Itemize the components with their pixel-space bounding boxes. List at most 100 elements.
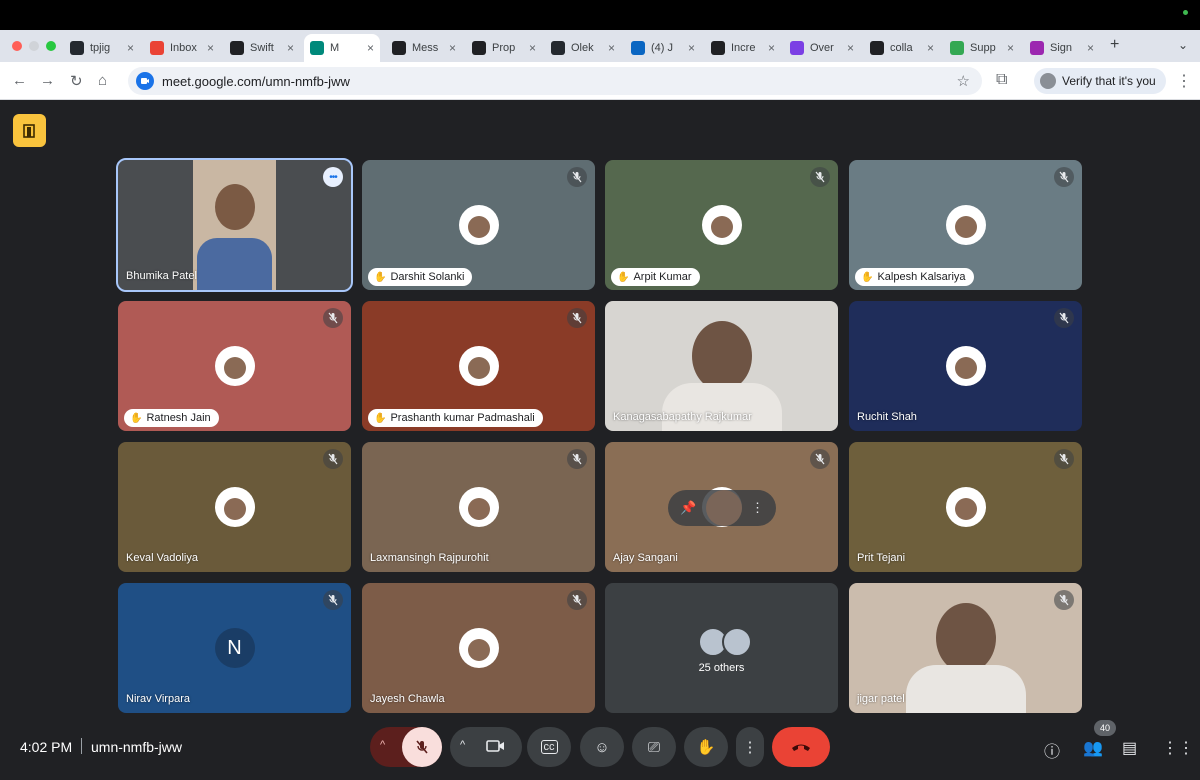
browser-tab[interactable]: (4) J × [625,34,701,62]
close-tab-icon[interactable]: × [207,41,214,55]
mic-muted-icon [323,308,343,328]
more-options-button[interactable]: ⋮ [736,727,764,767]
participant-tile[interactable]: Keval Vadoliya [118,442,351,572]
participant-tile[interactable]: Prit Tejani [849,442,1082,572]
participant-tile[interactable]: ✋ Ratnesh Jain [118,301,351,431]
verify-profile-button[interactable]: Verify that it's you [1034,68,1166,94]
people-icon[interactable]: 👥 [1083,738,1103,758]
participant-tile[interactable]: Laxmansingh Rajpurohit [362,442,595,572]
bookmark-star-icon[interactable]: ☆ [957,72,970,90]
participant-video [691,321,752,391]
meet-icon [310,41,324,55]
participant-tile[interactable]: Jayesh Chawla [362,583,595,713]
top-bar [0,0,1200,30]
pin-icon[interactable]: 📌 [680,500,696,516]
close-tab-icon[interactable]: × [127,41,134,55]
browser-tab[interactable]: Olek × [545,34,621,62]
extensions-icon[interactable]: ⧉ [996,71,1007,89]
tab-label: Inbox [170,42,197,54]
close-tab-icon[interactable]: × [927,41,934,55]
meeting-info-icon[interactable]: ⓘ [1044,738,1060,762]
hand-icon: ✋ [374,271,387,283]
participant-body [661,383,782,431]
meeting-tools-button[interactable] [13,114,46,147]
camera-icon[interactable] [486,737,506,755]
present-screen-button[interactable]: ⎚ [632,727,676,767]
participant-tile[interactable]: ••• Bhumika Patel [116,158,353,292]
close-tab-icon[interactable]: × [529,41,536,55]
others-tile[interactable]: 25 others [605,583,838,713]
close-tab-icon[interactable]: × [367,41,374,55]
raise-hand-button[interactable]: ✋ [684,727,728,767]
close-tab-icon[interactable]: × [768,41,775,55]
browser-menu-icon[interactable]: ⋮ [1176,71,1192,91]
m-icon [1030,41,1044,55]
participant-name: Arpit Kumar [633,271,692,283]
browser-tab[interactable]: M × [304,34,380,62]
back-icon[interactable]: ← [12,72,27,89]
activities-grid-icon[interactable]: ⋮⋮ [1162,738,1194,758]
close-window-button[interactable] [12,41,22,51]
participant-tile[interactable]: N Nirav Virpara [118,583,351,713]
participant-tile[interactable]: ✋ Kalpesh Kalsariya [849,160,1082,290]
browser-toolbar: ← → ↻ ⌂ meet.google.com/umn-nmfb-jww ☆ ⧉… [0,62,1200,100]
minimize-window-button[interactable] [29,41,39,51]
participant-tile[interactable]: ✋ Arpit Kumar [605,160,838,290]
browser-tab[interactable]: Prop × [466,34,542,62]
others-avatars [697,627,752,657]
tab-label: Olek [571,42,594,54]
tab-label: Mess [412,42,439,54]
hand-icon: ✋ [861,271,874,283]
address-bar[interactable]: meet.google.com/umn-nmfb-jww ☆ [128,67,982,95]
mic-muted-icon [1054,308,1074,328]
home-icon[interactable]: ⌂ [98,72,107,89]
new-tab-button[interactable]: + [1110,36,1119,54]
site-info-icon[interactable] [136,72,154,90]
chat-icon[interactable]: ▤ [1122,738,1137,758]
browser-tab[interactable]: Swift × [224,34,300,62]
leave-call-button[interactable] [772,727,830,767]
browser-tab[interactable]: Sign × [1024,34,1100,62]
upwork-icon [392,41,406,55]
participant-name: Kanagasabapathy Rajkumar [613,411,752,423]
participant-name: Jayesh Chawla [370,693,445,705]
close-tab-icon[interactable]: × [1007,41,1014,55]
mic-toggle-button[interactable] [402,727,442,767]
close-tab-icon[interactable]: × [608,41,615,55]
participant-tile[interactable]: jigar patel [849,583,1082,713]
mic-options-chevron-icon[interactable]: ^ [380,739,385,751]
participant-tile[interactable]: Kanagasabapathy Rajkumar [605,301,838,431]
participant-name: Prit Tejani [857,552,906,564]
close-tab-icon[interactable]: × [287,41,294,55]
close-tab-icon[interactable]: × [449,41,456,55]
participant-name: Bhumika Patel [126,270,197,282]
camera-options-chevron-icon[interactable]: ^ [460,739,465,751]
forward-icon[interactable]: → [40,72,55,89]
browser-tab[interactable]: tpjig × [64,34,140,62]
browser-tab[interactable]: Supp × [944,34,1020,62]
tab-search-icon[interactable]: ⌄ [1178,38,1188,52]
browser-tab[interactable]: Inbox × [144,34,220,62]
participant-tile[interactable]: 📌 ⋮ Ajay Sangani [605,442,838,572]
participant-tile[interactable]: ✋ Prashanth kumar Padmashali [362,301,595,431]
mic-muted-icon [323,590,343,610]
avatar [945,487,986,527]
reactions-button[interactable]: ☺ [580,727,624,767]
zoom-window-button[interactable] [46,41,56,51]
browser-tab[interactable]: Incre × [705,34,781,62]
participant-tile[interactable]: ✋ Darshit Solanki [362,160,595,290]
tab-label: M [330,42,340,54]
close-tab-icon[interactable]: × [688,41,695,55]
avatar [705,490,742,526]
tile-more-icon[interactable]: ⋮ [751,500,764,516]
browser-tab[interactable]: Mess × [386,34,462,62]
close-tab-icon[interactable]: × [1087,41,1094,55]
emoji-icon: ☺ [594,738,610,756]
participant-tile[interactable]: Ruchit Shah [849,301,1082,431]
captions-button[interactable]: cc [527,727,571,767]
browser-tab[interactable]: Over × [784,34,860,62]
clock-separator [81,738,82,754]
reload-icon[interactable]: ↻ [70,72,83,90]
close-tab-icon[interactable]: × [847,41,854,55]
browser-tab[interactable]: colla × [864,34,940,62]
